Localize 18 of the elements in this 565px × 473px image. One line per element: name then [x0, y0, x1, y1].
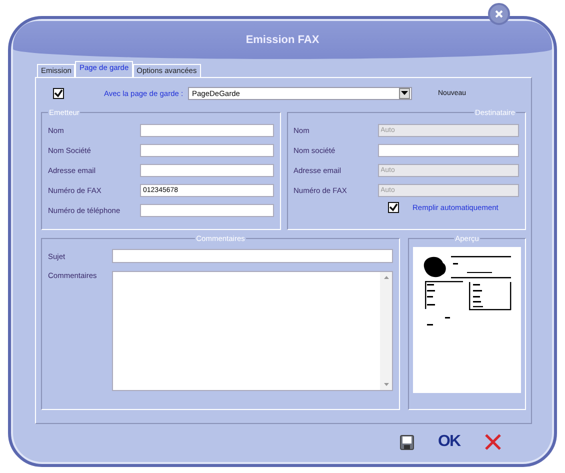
input-field[interactable]: [140, 144, 274, 156]
checkbox[interactable]: [388, 202, 398, 213]
input-field[interactable]: [140, 204, 274, 216]
scroll-down-icon[interactable]: [384, 383, 388, 386]
subject-field[interactable]: [112, 249, 393, 263]
comments-textarea[interactable]: [112, 271, 393, 391]
close-button[interactable]: [488, 3, 510, 25]
ok-button[interactable]: OK: [438, 433, 460, 451]
input-field[interactable]: [140, 124, 274, 136]
save-button[interactable]: [400, 434, 414, 450]
scroll-up-icon[interactable]: [384, 276, 388, 279]
cancel-button[interactable]: [484, 433, 502, 451]
input-field[interactable]: [140, 164, 274, 176]
input-field[interactable]: [378, 144, 519, 156]
scrollbar[interactable]: [380, 272, 392, 390]
checkbox[interactable]: [53, 88, 64, 98]
window-title: Emission FAX: [246, 34, 320, 46]
close-icon: [494, 9, 504, 19]
